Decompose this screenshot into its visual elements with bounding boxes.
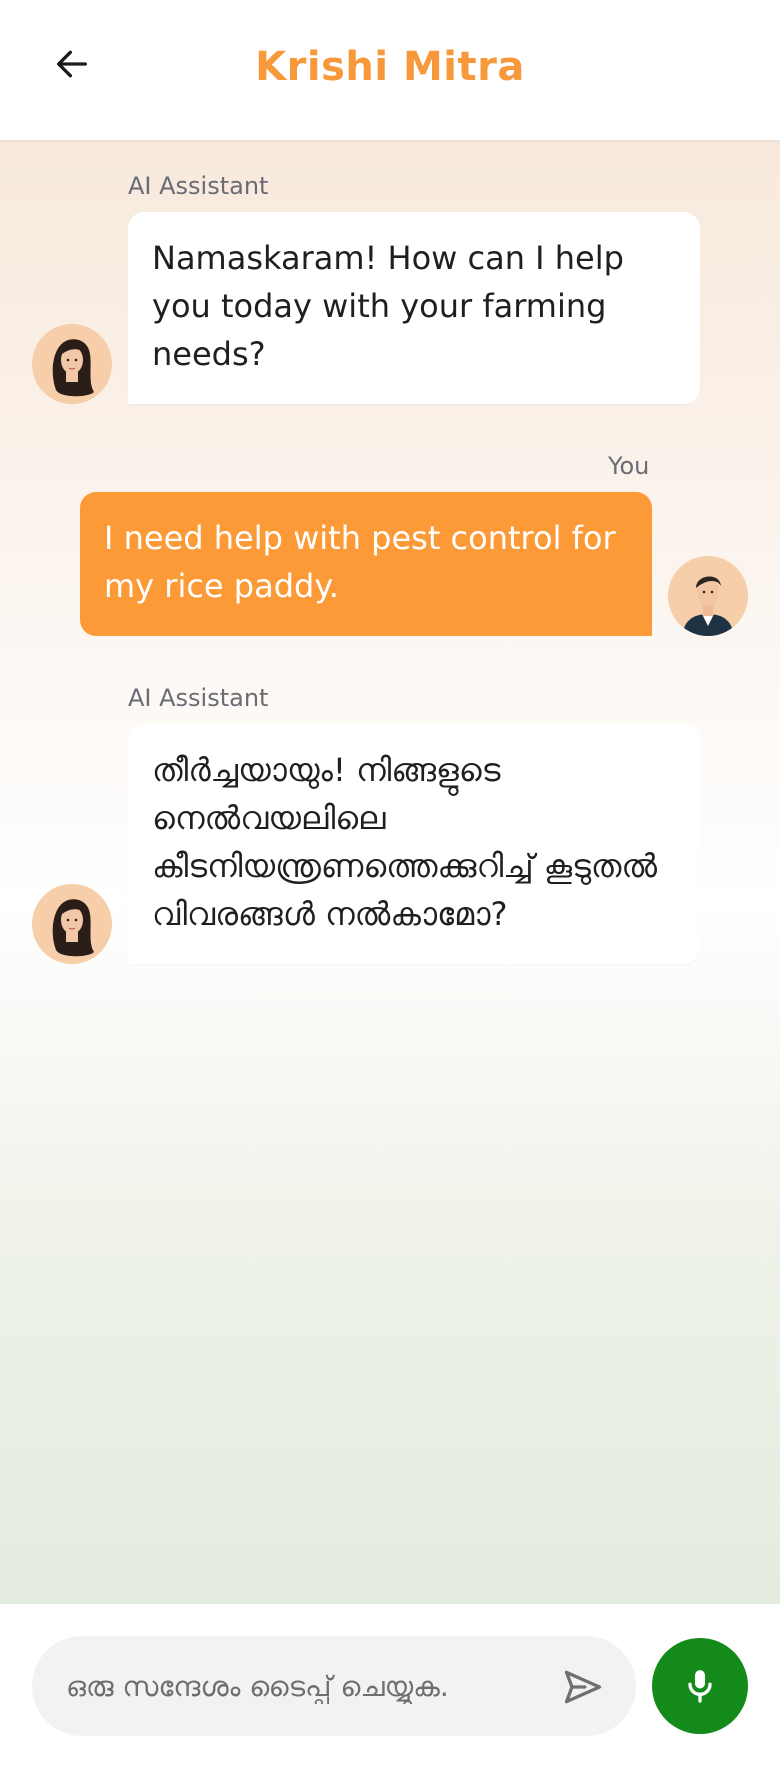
message-input[interactable] — [66, 1636, 546, 1736]
composer-bar — [0, 1604, 780, 1768]
assistant-avatar — [32, 884, 112, 964]
send-button[interactable] — [558, 1662, 608, 1712]
message-input-container[interactable] — [32, 1636, 636, 1736]
message-sender-label: You — [608, 452, 650, 480]
page-title: Krishi Mitra — [255, 44, 525, 90]
send-icon — [564, 1670, 602, 1704]
message-sender-label: AI Assistant — [128, 172, 269, 200]
assistant-avatar — [32, 324, 112, 404]
message-sender-label: AI Assistant — [128, 684, 269, 712]
assistant-message-bubble: തീർച്ചയായും! നിങ്ങളുടെ നെൽവയലിലെ കീടനിയന… — [128, 724, 700, 964]
chat-area[interactable]: AI Assistant Namaskaram! How can I help … — [0, 140, 780, 1604]
user-avatar — [668, 556, 748, 636]
assistant-message-bubble: Namaskaram! How can I help you today wit… — [128, 212, 700, 404]
user-message-bubble: I need help with pest control for my ric… — [80, 492, 652, 636]
female-assistant-avatar-icon — [32, 884, 112, 964]
microphone-button[interactable] — [652, 1638, 748, 1734]
male-user-avatar-icon — [668, 556, 748, 636]
app-header: Krishi Mitra — [0, 0, 780, 140]
microphone-icon — [688, 1670, 712, 1703]
female-assistant-avatar-icon — [32, 324, 112, 404]
